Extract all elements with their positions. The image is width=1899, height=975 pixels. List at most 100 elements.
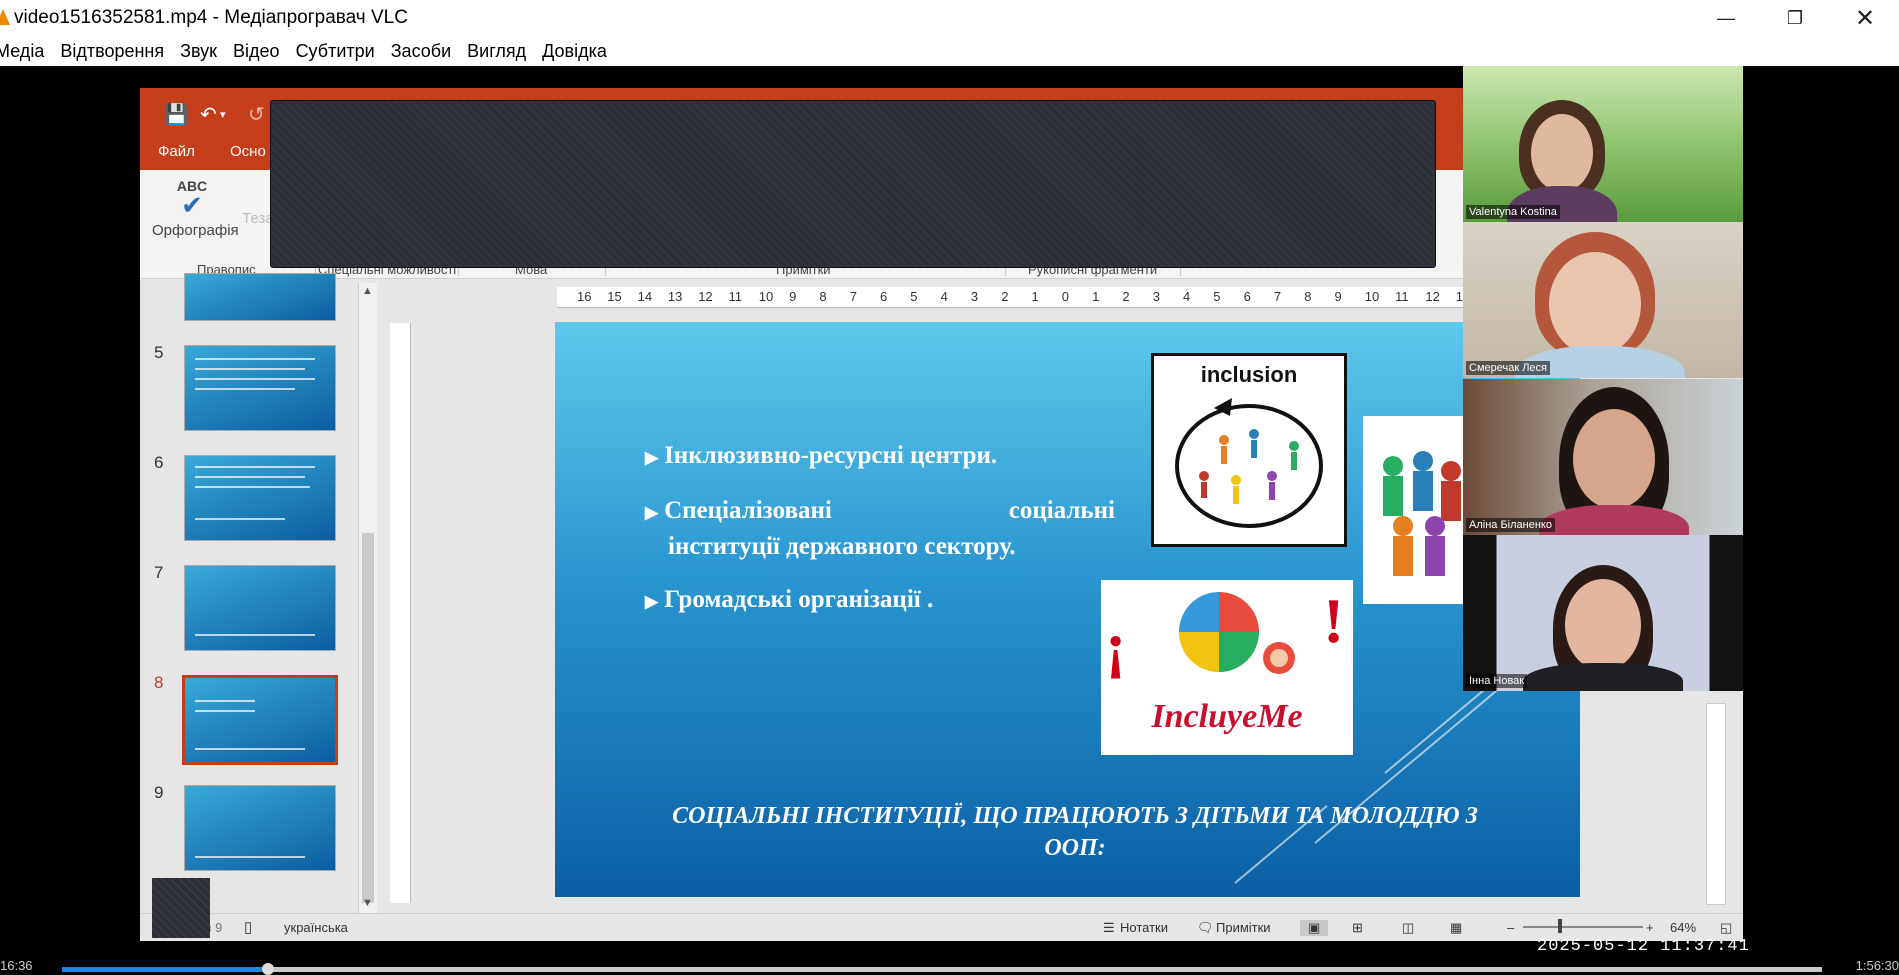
menu-subtitles[interactable]: Субтитри (296, 41, 375, 62)
participant-name: Інна Новак (1466, 674, 1528, 688)
zoom-slider-thumb[interactable] (1558, 919, 1562, 933)
ruler-tick-label: 13 (667, 289, 683, 304)
scroll-up-icon[interactable]: ▲ (362, 285, 373, 297)
ruler-tick-label: 1 (1092, 289, 1100, 304)
thumbnails-scrollbar[interactable]: ▲ ▼ (358, 283, 377, 913)
chevron-down-icon[interactable]: ▾ (220, 108, 226, 121)
checkmark-icon: ✔ (181, 190, 203, 220)
slide-thumbnail-active[interactable] (182, 675, 338, 765)
slide-scrollbar[interactable] (1706, 703, 1726, 905)
ruler-tick-label: 3 (1152, 289, 1160, 304)
total-time: 1:56:30 (1855, 958, 1899, 973)
seek-track[interactable] (62, 967, 1822, 972)
comments-button[interactable]: Примітки (1216, 920, 1271, 935)
participant-body (1523, 663, 1683, 691)
tab-file[interactable]: Файл (158, 143, 195, 160)
menu-view[interactable]: Вигляд (467, 41, 526, 62)
scroll-down-icon[interactable]: ▼ (362, 897, 373, 909)
comments-icon[interactable]: 🗨 (1197, 920, 1214, 936)
slide-sorter-icon[interactable]: ⊞ (1352, 920, 1363, 936)
vlc-cone-icon (0, 9, 10, 25)
menu-help[interactable]: Довідка (542, 41, 607, 62)
thesaurus-label[interactable]: Теза (242, 210, 274, 227)
slide-canvas: ▶ Інклюзивно-ресурсні центри. ▶ Спеціалізо… (555, 322, 1580, 897)
reading-view-icon[interactable]: ◫ (1402, 920, 1414, 936)
bullet-item: ▶ Інклюзивно-ресурсні центри. (645, 442, 997, 470)
slide-number: 9 (154, 783, 164, 802)
slide-thumbnail[interactable] (184, 565, 336, 651)
menu-tools[interactable]: Засоби (391, 41, 451, 62)
ruler-tick-label: 7 (1273, 289, 1282, 304)
bullet-text: соціальні (1008, 497, 1115, 524)
ruler-tick-label: 11 (1395, 289, 1409, 304)
bullet-text: Громадські організації . (664, 586, 934, 613)
ruler-tick-label: 1 (1455, 289, 1463, 304)
zoom-in-icon[interactable]: + (1646, 920, 1654, 935)
notes-icon[interactable]: ☰ (1103, 920, 1115, 936)
participant-face (1531, 114, 1593, 192)
accessibility-icon[interactable]: ▯ (244, 918, 252, 936)
menu-media[interactable]: Медіа (0, 41, 44, 62)
participant-tile[interactable]: Смеречак Леся (1463, 222, 1743, 378)
menu-video[interactable]: Відео (233, 41, 280, 62)
slide-thumbnails-pane: 5 6 7 8 9 (140, 273, 360, 913)
scroll-thumb[interactable] (362, 533, 374, 903)
seek-handle[interactable] (261, 963, 274, 975)
slide-thumbnail[interactable] (184, 345, 336, 431)
participant-name: Смеречак Леся (1466, 361, 1551, 375)
participant-tile[interactable]: Valentyna Kostina (1463, 66, 1743, 222)
slide-thumbnail[interactable] (184, 785, 336, 871)
restore-button[interactable]: ❐ (1765, 0, 1825, 36)
ruler-tick-label: 12 (698, 289, 713, 304)
ruler-tick-label: 4 (1183, 289, 1191, 304)
inclusion-image: inclusion (1151, 353, 1347, 547)
spell-check-button[interactable]: ABC ✔ Орфографія (152, 178, 239, 239)
spell-check-label: Орфографія (152, 222, 239, 239)
zoom-level[interactable]: 64% (1670, 920, 1696, 935)
ruler-tick-label: 8 (819, 289, 827, 304)
notes-button[interactable]: Нотатки (1120, 920, 1168, 935)
ruler-tick-label: 8 (1304, 289, 1312, 304)
ruler-tick-label: 10 (1364, 289, 1380, 304)
people-group-icon (1383, 451, 1461, 576)
participant-tile[interactable]: Інна Новак (1463, 535, 1743, 691)
normal-view-icon[interactable]: ▣ (1300, 920, 1329, 936)
ruler-tick-label: 9 (789, 289, 797, 304)
redaction-overlay (270, 100, 1436, 268)
ruler-tick-label: 1 (1031, 289, 1039, 304)
redaction-overlay (152, 878, 210, 938)
zoom-slider[interactable] (1523, 926, 1643, 928)
bullet-text: Спеціалізовані (664, 497, 832, 524)
redo-icon[interactable]: ↺ (248, 102, 265, 127)
slide-number: 8 (154, 673, 164, 692)
slide-thumbnail[interactable] (184, 455, 336, 541)
close-button[interactable]: ✕ (1835, 0, 1895, 36)
slide-title: СОЦІАЛЬНІ ІНСТИТУЦІЇ, ЩО ПРАЦЮЮТЬ З ДІТЬ… (615, 800, 1535, 864)
ruler-tick-label: 4 (940, 289, 948, 304)
save-icon[interactable]: 💾 (164, 102, 189, 127)
zoom-out-icon[interactable]: – (1507, 920, 1514, 935)
fit-slide-icon[interactable]: ◱ (1720, 920, 1732, 936)
minimize-button[interactable]: — (1696, 0, 1756, 36)
ruler-tick-label: 16 (577, 289, 592, 304)
undo-icon[interactable]: ↶ (200, 102, 217, 127)
menu-audio[interactable]: Звук (180, 41, 217, 62)
seek-bar[interactable]: 16:36 1:56:30 (0, 958, 1899, 975)
bullet-triangle-icon: ▶ (645, 592, 659, 611)
slideshow-icon[interactable]: ▦ (1450, 920, 1462, 936)
participant-tile[interactable]: Аліна Біланенко (1463, 379, 1743, 535)
bullet-text: інституції державного сектору. (668, 533, 1016, 560)
ruler-tick-label: 10 (758, 289, 774, 304)
slide-thumbnail[interactable] (184, 273, 336, 321)
participant-face (1565, 579, 1641, 671)
ruler-tick-label: 7 (849, 289, 857, 304)
language-label[interactable]: українська (284, 920, 348, 935)
people-puzzle-image (1363, 416, 1463, 604)
ruler-tick-label: 11 (728, 289, 743, 304)
ruler-tick-label: 3 (970, 289, 979, 304)
inclusion-circle-icon (1175, 398, 1323, 528)
ruler-tick-label: 15 (607, 289, 622, 304)
menu-playback[interactable]: Відтворення (60, 41, 164, 62)
tab-home[interactable]: Осно (230, 143, 266, 160)
slide-number: 7 (154, 563, 164, 582)
